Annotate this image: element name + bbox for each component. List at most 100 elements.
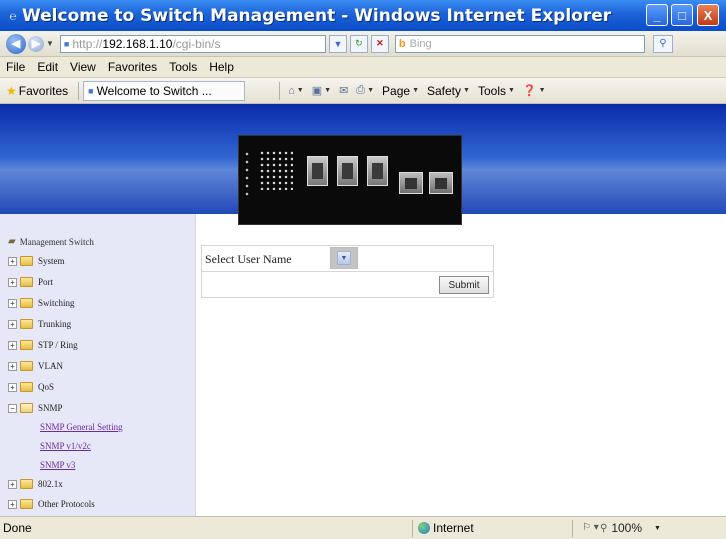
close-button[interactable]: X	[697, 4, 719, 26]
tree-node-qos[interactable]: + QoS	[8, 382, 54, 392]
status-leds	[245, 150, 249, 196]
menu-favorites[interactable]: Favorites	[108, 60, 157, 74]
port-leds	[259, 150, 293, 190]
tree-node-8021x[interactable]: + 802.1x	[8, 479, 63, 489]
tree-root-label: Management Switch	[19, 236, 94, 247]
search-input[interactable]: b Bing	[394, 34, 645, 53]
status-divider	[412, 520, 413, 537]
port-5[interactable]	[429, 172, 453, 194]
chevron-down-icon: ▼	[412, 87, 419, 94]
chevron-down-icon[interactable]: ▼	[654, 525, 661, 532]
menu-tools[interactable]: Tools	[169, 60, 197, 74]
feeds-button[interactable]: ▣ ▼	[312, 84, 331, 97]
expand-icon[interactable]: +	[8, 340, 17, 350]
stop-button[interactable]: ✕	[370, 34, 389, 53]
browser-tab[interactable]: ■ Welcome to Switch ...	[83, 80, 246, 101]
folder-icon	[20, 340, 33, 350]
user-name-select[interactable]: ▼	[330, 247, 358, 269]
expand-icon[interactable]: +	[8, 298, 17, 308]
menu-edit[interactable]: Edit	[37, 60, 58, 74]
form-row: Select User Name ▼	[202, 246, 493, 272]
expand-icon[interactable]: +	[8, 361, 17, 371]
menu-help[interactable]: Help	[209, 60, 234, 74]
tree-label: 802.1x	[38, 479, 63, 489]
port-1[interactable]	[307, 156, 328, 186]
tree-node-other-protocols[interactable]: + Other Protocols	[8, 499, 95, 509]
star-icon[interactable]: ★	[6, 84, 17, 98]
tools-menu-button[interactable]: Tools ▼	[478, 84, 515, 98]
tree-node-trunking[interactable]: + Trunking	[8, 319, 71, 329]
menu-bar: File Edit View Favorites Tools Help	[0, 57, 726, 78]
tree-node-port[interactable]: + Port	[8, 277, 53, 287]
expand-icon[interactable]: +	[8, 499, 17, 509]
tree-root[interactable]: ▰ Management Switch	[8, 236, 94, 247]
expand-icon[interactable]: +	[8, 319, 17, 329]
address-input[interactable]: ■ http:// 192.168.1.10 /cgi-bin/s	[59, 34, 326, 53]
port-2[interactable]	[337, 156, 358, 186]
zoom-control[interactable]: ⚲ 100% ▼	[600, 521, 661, 535]
mail-button[interactable]: ✉	[339, 84, 348, 97]
snmp-general-setting-link[interactable]: SNMP General Setting	[40, 422, 123, 432]
back-button[interactable]: ◀	[6, 33, 26, 54]
toolbar-divider	[78, 81, 80, 100]
safety-menu-button[interactable]: Safety ▼	[427, 84, 470, 98]
maximize-button[interactable]: □	[671, 4, 693, 26]
chevron-down-icon: ▼	[463, 87, 470, 94]
tree-node-snmp[interactable]: − SNMP	[8, 403, 63, 413]
expand-icon[interactable]: +	[8, 382, 17, 392]
zoom-icon: ⚲	[600, 522, 608, 534]
tree-label: Trunking	[38, 319, 72, 329]
page-banner	[0, 104, 726, 225]
globe-icon	[418, 522, 430, 534]
feeds-icon: ▣	[311, 85, 323, 97]
chevron-down-icon: ▼	[367, 87, 375, 94]
tree-label: Switching	[38, 298, 75, 308]
expand-icon[interactable]: +	[8, 256, 17, 266]
url-path: /cgi-bin/s	[172, 36, 221, 51]
history-dropdown-icon[interactable]: ▼	[46, 39, 54, 48]
zoom-level: 100%	[611, 521, 643, 535]
window-title: Welcome to Switch Management - Windows I…	[22, 5, 612, 26]
chevron-down-icon: ▼	[324, 87, 332, 94]
bing-icon: b	[398, 37, 406, 50]
folder-icon	[20, 499, 33, 509]
expand-icon[interactable]: +	[8, 277, 17, 287]
refresh-button[interactable]: ↻	[349, 34, 368, 53]
tools-menu-label: Tools	[477, 83, 506, 98]
tree-node-stp-ring[interactable]: + STP / Ring	[8, 340, 78, 350]
port-4[interactable]	[399, 172, 423, 194]
help-icon: ❓	[522, 85, 537, 97]
tree-node-switching[interactable]: + Switching	[8, 298, 75, 308]
snmp-v3-link[interactable]: SNMP v3	[40, 460, 75, 470]
minimize-button[interactable]: _	[646, 4, 668, 26]
address-dropdown-button[interactable]: ▼	[328, 34, 347, 53]
status-bar: Done Internet ⚐ ▾ ⚲ 100% ▼	[0, 516, 726, 539]
chevron-down-icon[interactable]: ▼	[337, 251, 351, 265]
submit-button[interactable]: Submit	[439, 276, 489, 294]
snmp-v1v2c-link[interactable]: SNMP v1/v2c	[40, 441, 91, 451]
folder-icon	[20, 256, 33, 266]
folder-icon	[20, 298, 33, 308]
favorites-button[interactable]: Favorites	[19, 84, 68, 98]
folder-icon	[20, 277, 33, 287]
security-zone[interactable]: Internet	[418, 521, 474, 535]
home-button[interactable]: ⌂ ▼	[288, 85, 304, 97]
collapse-icon[interactable]: −	[8, 403, 17, 413]
protected-mode-icon[interactable]: ⚐ ▾	[582, 522, 599, 533]
chevron-down-icon: ▼	[296, 87, 304, 94]
chevron-down-icon: ▼	[507, 87, 515, 94]
tree-label: QoS	[38, 382, 55, 392]
print-button[interactable]: ⎙ ▼	[356, 84, 374, 97]
port-3[interactable]	[367, 156, 388, 186]
menu-view[interactable]: View	[70, 60, 96, 74]
tree-label: VLAN	[38, 361, 63, 371]
forward-button[interactable]: ▶	[28, 35, 44, 52]
search-placeholder: Bing	[409, 37, 432, 50]
help-button[interactable]: ❓ ▼	[523, 84, 546, 97]
tree-node-vlan[interactable]: + VLAN	[8, 361, 63, 371]
search-button[interactable]: ⚲	[652, 34, 673, 53]
menu-file[interactable]: File	[6, 60, 25, 74]
expand-icon[interactable]: +	[8, 479, 17, 489]
tree-node-system[interactable]: + System	[8, 256, 65, 266]
page-menu-button[interactable]: Page ▼	[382, 84, 419, 98]
